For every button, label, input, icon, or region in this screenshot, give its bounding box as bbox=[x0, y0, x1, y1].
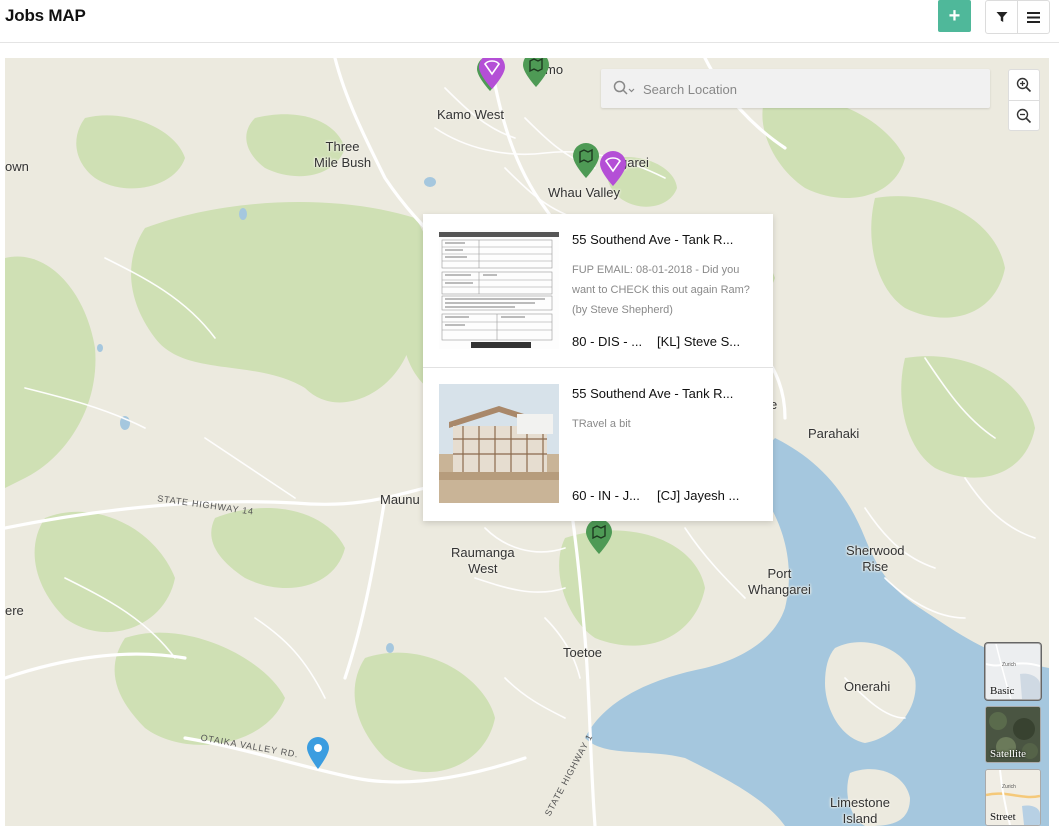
job-description: FUP EMAIL: 08-01-2018 - Did you want to … bbox=[572, 264, 750, 316]
layer-basic-button[interactable]: Zurich Basic bbox=[985, 643, 1041, 700]
location-search bbox=[601, 69, 990, 110]
layer-name: Basic bbox=[990, 685, 1015, 697]
zoom-controls bbox=[1008, 69, 1040, 131]
job-title: 55 Southend Ave - Tank R... bbox=[572, 386, 734, 401]
page-title: Jobs MAP bbox=[5, 6, 86, 25]
job-description: TRavel a bit bbox=[572, 418, 631, 430]
zoom-in-icon bbox=[1016, 77, 1032, 93]
map-label-three-mile-bush: Three Mile Bush bbox=[314, 139, 372, 170]
map-label-parahaki: Parahaki bbox=[808, 426, 860, 441]
header: Jobs MAP + bbox=[0, 0, 1059, 43]
map-label-maunu: Maunu bbox=[380, 492, 420, 507]
layer-thumb-city: Zurich bbox=[1002, 784, 1016, 790]
job-pin-green[interactable] bbox=[521, 58, 551, 88]
map-label-toetoe: Toetoe bbox=[563, 645, 603, 660]
job-status: 80 - DIS - ... bbox=[572, 334, 643, 349]
layer-thumb-city: Zurich bbox=[1002, 662, 1016, 668]
filter-icon bbox=[996, 12, 1007, 22]
hamburger-menu-icon bbox=[1027, 11, 1040, 23]
job-thumbnail-document bbox=[439, 230, 559, 349]
menu-button[interactable] bbox=[1017, 1, 1049, 33]
map-label-ere: ere bbox=[5, 603, 24, 618]
job-title: 55 Southend Ave - Tank R... bbox=[572, 232, 734, 247]
construction-photo bbox=[439, 384, 559, 503]
map-label-limestone-island: Limestone Island bbox=[830, 795, 890, 826]
zoom-out-icon bbox=[1016, 108, 1032, 124]
map-label-raumanga-west: Raumanga West bbox=[451, 545, 515, 576]
job-thumbnail-photo bbox=[439, 384, 559, 503]
zoom-out-button[interactable] bbox=[1009, 100, 1039, 131]
search-location-input[interactable] bbox=[641, 69, 985, 110]
job-pin-purple[interactable] bbox=[477, 58, 507, 90]
toolbar-button-group bbox=[985, 0, 1050, 34]
jobs-map[interactable]: Kamo West Three Mile Bush own garei Whau… bbox=[5, 58, 1049, 826]
job-assignee: [CJ] Jayesh ... bbox=[657, 488, 740, 503]
layer-name: Satellite bbox=[990, 748, 1027, 760]
map-label-kamo-west: Kamo West bbox=[437, 107, 504, 122]
job-assignee: [KL] Steve S... bbox=[657, 334, 741, 349]
plus-icon: + bbox=[948, 5, 961, 27]
search-icon bbox=[613, 80, 635, 95]
filter-button[interactable] bbox=[986, 1, 1017, 33]
location-pin-blue[interactable] bbox=[306, 736, 330, 770]
layer-satellite-button[interactable]: Satellite bbox=[985, 706, 1041, 763]
map-label-port-whangarei: Port Whangarei bbox=[748, 566, 811, 597]
job-card[interactable]: 55 Southend Ave - Tank R... FUP EMAIL: 0… bbox=[423, 214, 773, 368]
add-job-button[interactable]: + bbox=[938, 0, 971, 32]
job-status: 60 - IN - J... bbox=[572, 488, 640, 503]
job-pin-green[interactable] bbox=[571, 143, 601, 179]
map-label-sherwood-rise: Sherwood Rise bbox=[846, 543, 905, 574]
job-pin-purple[interactable] bbox=[598, 151, 628, 187]
zoom-in-button[interactable] bbox=[1009, 70, 1039, 100]
job-card[interactable]: 55 Southend Ave - Tank R... TRavel a bit… bbox=[423, 368, 773, 521]
map-label-onerahi: Onerahi bbox=[844, 679, 891, 694]
map-label-own: own bbox=[5, 159, 29, 174]
job-pin-green[interactable] bbox=[584, 519, 614, 555]
job-popup: 55 Southend Ave - Tank R... FUP EMAIL: 0… bbox=[423, 214, 773, 521]
layer-name: Street bbox=[990, 811, 1016, 823]
document-image bbox=[439, 230, 559, 349]
map-label-whau-valley: Whau Valley bbox=[548, 185, 621, 200]
layer-street-button[interactable]: Zurich Street bbox=[985, 769, 1041, 826]
